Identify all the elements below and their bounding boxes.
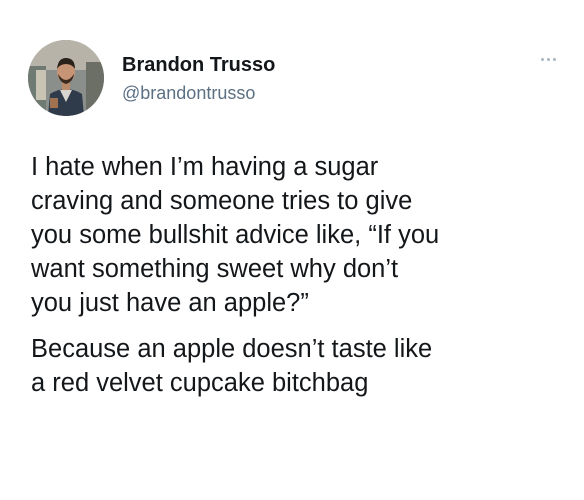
tweet-paragraph: I hate when I’m having a sugar craving a… — [31, 153, 440, 317]
more-options-icon[interactable] — [541, 58, 556, 61]
avatar[interactable] — [28, 40, 104, 116]
tweet-text: I hate when I’m having a sugar craving a… — [31, 150, 561, 400]
tweet-card: Brandon Trusso @brandontrusso I hate whe… — [0, 0, 584, 500]
author-names: Brandon Trusso @brandontrusso — [122, 52, 275, 105]
more-dot — [553, 58, 556, 61]
avatar-photo — [28, 40, 104, 116]
user-handle[interactable]: @brandontrusso — [122, 81, 275, 105]
tweet-paragraph: Because an apple doesn’t taste like a re… — [31, 335, 433, 397]
more-dot — [547, 58, 550, 61]
tweet-header: Brandon Trusso @brandontrusso — [28, 40, 275, 116]
display-name[interactable]: Brandon Trusso — [122, 52, 275, 78]
more-dot — [541, 58, 544, 61]
